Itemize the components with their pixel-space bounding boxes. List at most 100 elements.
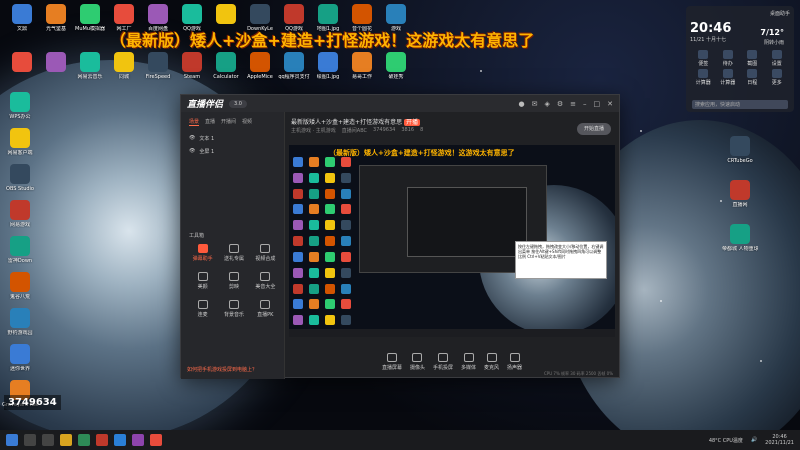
widget-tool[interactable]: 更多 (766, 69, 789, 86)
qq-icon[interactable] (114, 434, 126, 446)
desktop-icon[interactable]: 网易云音乐 (72, 52, 108, 80)
desktop-icon[interactable]: Steam (174, 52, 210, 80)
gift-icon[interactable]: ◈ (544, 100, 549, 108)
toolbox-item[interactable]: 美颜 (187, 272, 218, 290)
desktop-icon[interactable]: 网易客户端 (2, 128, 38, 156)
version-badge[interactable]: 3.0 (229, 99, 247, 108)
widget-tool[interactable]: 日程 (741, 69, 764, 86)
desktop-assistant-widget[interactable]: 桌面助手 20:46 11/21 十月十七 7/12° 阴转小雨 便签 待办 截图设… (686, 6, 794, 112)
menu-icon[interactable]: ≡ (570, 100, 576, 108)
desktop-icon[interactable]: 鬼谷八荒 (2, 272, 38, 300)
desktop-icon[interactable] (4, 52, 40, 74)
close-icon[interactable]: ✕ (607, 100, 613, 108)
desktop-icon[interactable]: 绘图1.jpg (310, 52, 346, 80)
app-icon (10, 164, 30, 184)
eye-icon[interactable]: 👁 (189, 148, 195, 155)
toolbox-item[interactable]: 弹幕助手 (187, 244, 218, 262)
game-icon[interactable] (132, 434, 144, 446)
minimize-icon[interactable]: – (583, 100, 587, 108)
icon-label: AppleMice (247, 74, 273, 80)
tool-icon (260, 244, 271, 253)
widget-tool[interactable]: 计算器 (692, 69, 715, 86)
desktop-icon[interactable]: FireSpeed (140, 52, 176, 80)
volume-icon[interactable]: 🔊 (751, 437, 757, 443)
left-tab[interactable]: 直播 (205, 118, 215, 126)
desktop-icon[interactable]: Calculator (208, 52, 244, 80)
browser-icon[interactable] (78, 434, 90, 446)
desktop-icon[interactable]: 破娃秀 (378, 52, 414, 80)
control-button[interactable]: 摄像头 (410, 352, 425, 371)
desktop-icon[interactable]: 网易游戏 (2, 200, 38, 228)
toolbox-item[interactable]: 剪映 (218, 272, 249, 290)
desktop-icon[interactable]: 迷你世界 (2, 344, 38, 372)
desktop-icon[interactable]: qq程序员支付 (276, 52, 312, 80)
toolbox-item[interactable]: 美音大全 (250, 272, 281, 290)
notice-link[interactable]: 如何把手机游戏投屏到电脑上？ (187, 366, 279, 373)
control-button[interactable]: 麦克风 (484, 352, 499, 371)
tray-clock[interactable]: 20:46 2021/11/21 (765, 434, 794, 446)
toolbox-item[interactable]: 直播PK (250, 300, 281, 318)
desktop-icon[interactable]: 帝都城 人物重球.docx (722, 224, 758, 252)
preview-icon (293, 188, 303, 199)
widget-lunar: 十月十七 (706, 37, 727, 43)
desktop-icon[interactable]: MuMu模拟器 (72, 4, 108, 32)
desktop-icon[interactable]: 文鼎 (4, 4, 40, 32)
desktop-icon[interactable]: OBS Studio (2, 164, 38, 192)
widget-search-input[interactable]: 搜索应用，快速启动 (692, 100, 788, 109)
avatar[interactable]: ● (518, 100, 524, 108)
desktop-icon[interactable]: AppleMice (242, 52, 278, 80)
eye-icon[interactable]: 👁 (189, 135, 195, 142)
widget-tool[interactable]: 待办 (717, 50, 740, 67)
stream-title[interactable]: 最新版矮人+沙盒+建造+打怪游戏有意思 (291, 119, 402, 126)
start-icon[interactable] (6, 434, 18, 446)
desktop-icon[interactable]: 同城 (106, 52, 142, 80)
desktop-icon[interactable]: 直播网 (722, 180, 758, 208)
toolbox-item[interactable]: 背景音乐 (218, 300, 249, 318)
widget-tool[interactable]: 便签 (692, 50, 715, 67)
control-button[interactable]: 手机投屏 (433, 352, 453, 371)
stream-tag-badge: 开播 (404, 119, 421, 126)
toolbox-item[interactable]: 视频合成 (250, 244, 281, 262)
stream-preview[interactable]: （最新版）矮人+沙盒+建造+打怪游戏！这游戏太有意思了 按住左键拖拽，拖拽改变大… (289, 145, 615, 337)
scene-item[interactable]: 👁 全屏 1 (181, 145, 284, 158)
desktop-icon[interactable]: 光气鉴基 (38, 4, 74, 32)
settings-icon[interactable]: ⚙ (557, 100, 563, 108)
app-icon (12, 52, 32, 72)
control-button[interactable]: 扬声器 (507, 352, 522, 371)
explorer-icon[interactable] (60, 434, 72, 446)
widget-tool[interactable]: 截图 (741, 50, 764, 67)
desktop-icon[interactable] (38, 52, 74, 74)
scene-list: 👁 文本 1 👁 全屏 1 (181, 132, 284, 158)
desktop-icon[interactable]: CRTubeGo (722, 136, 758, 164)
preview-icon (309, 283, 319, 294)
desktop-icon[interactable]: 易哥工作 (344, 52, 380, 80)
chrome-icon[interactable] (96, 434, 108, 446)
toolbox-item[interactable]: 连麦 (187, 300, 218, 318)
control-button[interactable]: 多媒体 (461, 352, 476, 371)
desktop-icon[interactable]: 雷神Down (2, 236, 38, 264)
toolbox-item[interactable]: 送礼专属 (218, 244, 249, 262)
search-icon[interactable] (24, 434, 36, 446)
taskview-icon[interactable] (42, 434, 54, 446)
preview-icon (309, 220, 319, 231)
tool-icon (228, 300, 239, 309)
preview-nested-window (407, 187, 527, 257)
maximize-icon[interactable]: □ (594, 100, 601, 108)
left-tab[interactable]: 视频 (242, 118, 252, 126)
left-tab[interactable]: 场景 (189, 118, 200, 126)
preview-icon (293, 157, 303, 167)
icon-label: MuMu模拟器 (75, 26, 105, 32)
desktop-icon[interactable] (208, 4, 244, 26)
desktop-icon[interactable]: WPS办公 (2, 92, 38, 120)
widget-tool[interactable]: 计算器 (717, 69, 740, 86)
stream-app-icon[interactable] (150, 434, 162, 446)
mail-icon[interactable]: ✉ (532, 100, 538, 108)
widget-tool[interactable]: 设置 (766, 50, 789, 67)
left-tab[interactable]: 开播间 (221, 118, 236, 126)
app-logo: 直播伴侣 (187, 100, 224, 110)
app-icon (730, 180, 750, 200)
scene-item[interactable]: 👁 文本 1 (181, 132, 284, 145)
go-live-button[interactable]: 开始直播 (577, 123, 611, 135)
desktop-icon[interactable]: 野钓游戏园 (2, 308, 38, 336)
control-button[interactable]: 直播屏幕 (382, 352, 402, 371)
